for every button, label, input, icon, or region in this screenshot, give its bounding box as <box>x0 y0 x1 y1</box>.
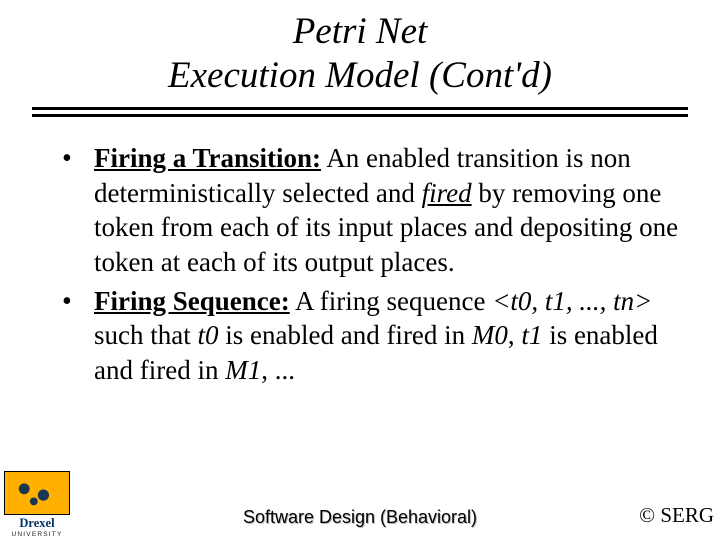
title-line2: Execution Model (Cont'd) <box>40 54 680 98</box>
bullet-term: Firing a Transition: <box>94 143 321 173</box>
slide-body: Firing a Transition: An enabled transiti… <box>0 117 720 387</box>
title-underline <box>32 107 688 117</box>
slide-title: Petri Net Execution Model (Cont'd) <box>0 0 720 103</box>
slide-footer: Drexel UNIVERSITY Software Design (Behav… <box>0 476 720 540</box>
bullet-term: Firing Sequence: <box>94 286 290 316</box>
bullet-item: Firing a Transition: An enabled transiti… <box>60 141 680 279</box>
footer-copyright: © SERG <box>639 503 714 528</box>
logo-subtitle: UNIVERSITY <box>4 531 70 538</box>
title-line1: Petri Net <box>40 10 680 54</box>
footer-center-text: Software Design (Behavioral) <box>0 507 720 528</box>
bullet-item: Firing Sequence: A firing sequence <t0, … <box>60 284 680 388</box>
